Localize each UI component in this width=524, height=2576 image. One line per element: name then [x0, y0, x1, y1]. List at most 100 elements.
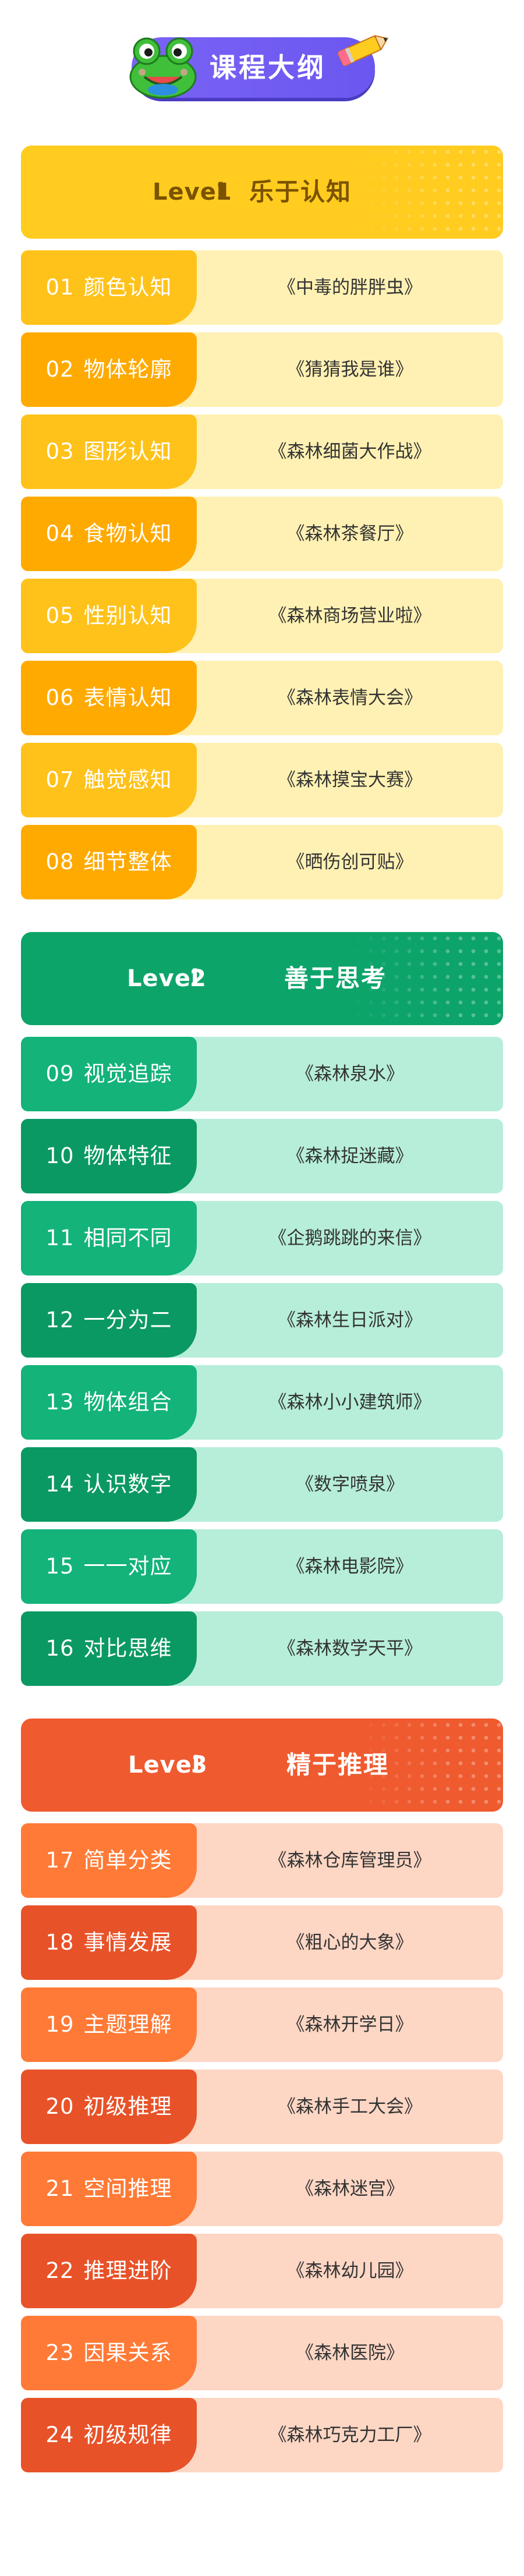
level-name: 乐于认知 [249, 178, 352, 206]
lesson-topic: 05 性别认知 [21, 579, 197, 653]
lesson-row: 15 一一对应 《森林电影院》 [21, 1529, 503, 1604]
lesson-topic: 07 触觉感知 [21, 743, 197, 817]
lesson-row: 04 食物认知 《森林茶餐厅》 [21, 497, 503, 571]
page-title: 课程大纲 [210, 52, 326, 83]
lesson-book-title: 《森林摸宝大赛》 [278, 770, 422, 791]
lesson-book-title: 《森林捉迷藏》 [286, 1146, 413, 1167]
lesson-book-title: 《森林茶餐厅》 [286, 523, 413, 544]
lesson-book-title: 《森林表情大会》 [278, 688, 422, 708]
lesson-row: 13 物体组合 《森林小小建筑师》 [21, 1365, 503, 1440]
lesson-row: 20 初级推理 《森林手工大会》 [21, 2070, 503, 2144]
lesson-topic: 16 对比思维 [21, 1611, 197, 1686]
lesson-number: 06 [45, 685, 75, 710]
lesson-topic: 11 相同不同 [21, 1201, 197, 1275]
lesson-row: 03 图形认知 《森林细菌大作战》 [21, 414, 503, 489]
lesson-number: 21 [45, 2176, 75, 2201]
lesson-book-title: 《森林开学日》 [286, 2014, 413, 2035]
lesson-number: 20 [45, 2094, 75, 2119]
lesson-topic: 01 颜色认知 [21, 250, 197, 325]
lesson-row: 24 初级规律 《森林巧克力工厂》 [21, 2398, 503, 2472]
lesson-row: 08 细节整体 《晒伤创可贴》 [21, 825, 503, 899]
lesson-topic-text: 一分为二 [83, 1308, 172, 1333]
lesson-book-title: 《森林幼儿园》 [286, 2260, 413, 2281]
lesson-number: 23 [45, 2340, 75, 2365]
lesson-topic: 04 食物认知 [21, 497, 197, 571]
level-word: Level [153, 179, 225, 205]
lesson-row: 10 物体特征 《森林捉迷藏》 [21, 1119, 503, 1193]
lesson-number: 17 [45, 1848, 75, 1873]
lesson-book-title: 《中毒的胖胖虫》 [278, 277, 422, 298]
level-number: 1 [215, 179, 232, 205]
lesson-topic: 18 事情发展 [21, 1905, 197, 1980]
lesson-topic-text: 初级推理 [83, 2094, 172, 2119]
lesson-topic: 03 图形认知 [21, 414, 197, 489]
lesson-topic-text: 简单分类 [83, 1848, 172, 1873]
lesson-number: 15 [45, 1554, 75, 1579]
level-name: 善于思考 [284, 964, 387, 993]
lesson-topic-text: 细节整体 [83, 849, 172, 874]
lesson-book-title: 《晒伤创可贴》 [286, 852, 413, 873]
title-badge: 课程大纲 [129, 35, 389, 99]
lesson-row: 23 因果关系 《森林医院》 [21, 2316, 503, 2390]
lesson-topic-text: 一一对应 [83, 1554, 172, 1579]
lesson-topic-text: 因果关系 [83, 2340, 172, 2365]
lesson-topic-text: 颜色认知 [83, 275, 172, 300]
lesson-book-title: 《森林泉水》 [296, 1064, 404, 1085]
lesson-row: 12 一分为二 《森林生日派对》 [21, 1283, 503, 1358]
lesson-row: 09 视觉追踪 《森林泉水》 [21, 1037, 503, 1111]
lesson-topic: 24 初级规律 [21, 2398, 197, 2472]
lesson-book-title: 《粗心的大象》 [286, 1932, 413, 1953]
lesson-topic: 08 细节整体 [21, 825, 197, 899]
lesson-topic: 21 空间推理 [21, 2152, 197, 2226]
lesson-number: 08 [45, 849, 75, 874]
lesson-number: 12 [45, 1308, 75, 1333]
lesson-number: 22 [45, 2258, 75, 2283]
lesson-topic-text: 认识数字 [83, 1472, 172, 1497]
lesson-number: 24 [45, 2422, 75, 2447]
level-banner-2: Level 2 善于思考 [21, 932, 503, 1025]
lesson-row: 14 认识数字 《数字喷泉》 [21, 1447, 503, 1522]
lesson-topic-text: 视觉追踪 [83, 1061, 172, 1086]
lesson-number: 09 [45, 1061, 75, 1086]
lesson-number: 16 [45, 1636, 75, 1661]
lesson-topic-text: 食物认知 [83, 521, 172, 546]
lesson-row: 02 物体轮廓 《猜猜我是谁》 [21, 332, 503, 407]
lesson-topic: 17 简单分类 [21, 1823, 197, 1898]
lesson-topic-text: 物体轮廓 [83, 357, 172, 382]
lesson-book-title: 《森林商场营业啦》 [268, 605, 431, 626]
lesson-topic: 06 表情认知 [21, 661, 197, 735]
level-banner-1: Level 1 乐于认知 [21, 146, 503, 239]
lesson-topic: 02 物体轮廓 [21, 332, 197, 407]
lesson-topic: 09 视觉追踪 [21, 1037, 197, 1111]
lesson-number: 04 [45, 521, 75, 546]
lesson-topic-text: 性别认知 [83, 603, 172, 628]
lesson-row: 19 主题理解 《森林开学日》 [21, 1987, 503, 2062]
lesson-topic: 23 因果关系 [21, 2316, 197, 2390]
lesson-number: 01 [45, 275, 75, 300]
lesson-row: 05 性别认知 《森林商场营业啦》 [21, 579, 503, 653]
lesson-topic: 13 物体组合 [21, 1365, 197, 1440]
lesson-row: 22 推理进阶 《森林幼儿园》 [21, 2234, 503, 2308]
lesson-book-title: 《森林小小建筑师》 [268, 1392, 431, 1413]
lesson-book-title: 《森林生日派对》 [278, 1310, 422, 1331]
lesson-row: 17 简单分类 《森林仓库管理员》 [21, 1823, 503, 1898]
level-word: Level [127, 965, 200, 992]
lesson-topic-text: 表情认知 [83, 685, 172, 710]
lesson-topic-text: 对比思维 [83, 1636, 172, 1661]
pencil-icon [338, 35, 389, 66]
lesson-number: 14 [45, 1472, 75, 1497]
lesson-number: 05 [45, 603, 75, 628]
lesson-number: 10 [45, 1143, 75, 1168]
lesson-number: 07 [45, 767, 75, 792]
lesson-row: 11 相同不同 《企鹅跳跳的来信》 [21, 1201, 503, 1275]
lesson-number: 19 [45, 2012, 75, 2037]
lesson-book-title: 《森林巧克力工厂》 [268, 2425, 431, 2446]
lesson-topic: 10 物体特征 [21, 1119, 197, 1193]
lesson-topic-text: 物体特征 [83, 1143, 172, 1168]
lesson-book-title: 《森林细菌大作战》 [268, 441, 431, 462]
lesson-topic-text: 物体组合 [83, 1390, 172, 1415]
lesson-book-title: 《森林数学天平》 [278, 1638, 422, 1659]
course-outline-page: 课程大纲 Level 1 乐于认知 01 颜色认知 《中毒的胖胖虫》 02 物体轮廓 《猜猜我是… [0, 0, 524, 2576]
lesson-topic-text: 空间推理 [83, 2176, 172, 2201]
lesson-row: 06 表情认知 《森林表情大会》 [21, 661, 503, 735]
